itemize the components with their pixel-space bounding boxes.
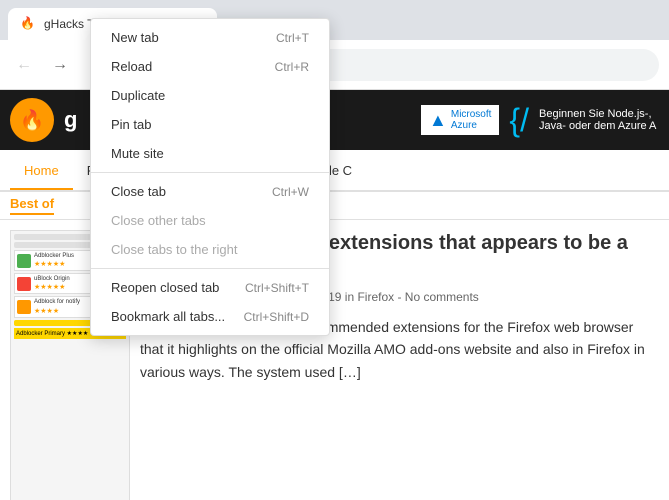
- site-logo: 🔥: [10, 98, 54, 142]
- azure-logo: ▲ MicrosoftAzure: [421, 105, 499, 135]
- thumb-icon-2: [17, 277, 31, 291]
- menu-shortcut: Ctrl+W: [272, 185, 309, 199]
- menu-separator: [91, 172, 329, 173]
- menu-item-reload[interactable]: ReloadCtrl+R: [91, 52, 329, 81]
- menu-shortcut: Ctrl+Shift+T: [245, 281, 309, 295]
- menu-separator: [91, 268, 329, 269]
- menu-label: Reopen closed tab: [111, 280, 245, 295]
- menu-item-mute-site[interactable]: Mute site: [91, 139, 329, 168]
- sub-nav-best-of[interactable]: Best of: [10, 196, 54, 215]
- menu-item-reopen-closed[interactable]: Reopen closed tabCtrl+Shift+T: [91, 273, 329, 302]
- thumb-icon-3: [17, 300, 31, 314]
- ad-body-text: Beginnen Sie Node.js-, Java- oder dem Az…: [539, 108, 659, 132]
- azure-text: MicrosoftAzure: [451, 109, 492, 131]
- menu-item-close-tabs-right: Close tabs to the right: [91, 235, 329, 264]
- logo-letter: 🔥: [20, 108, 45, 133]
- tab-favicon: 🔥: [20, 16, 36, 32]
- forward-button[interactable]: →: [46, 51, 74, 79]
- menu-label: Close tab: [111, 184, 272, 199]
- curly-brace-icon: {/: [509, 102, 529, 139]
- azure-icon: ▲: [429, 110, 447, 131]
- menu-item-close-other-tabs: Close other tabs: [91, 206, 329, 235]
- menu-label: Reload: [111, 59, 275, 74]
- menu-shortcut: Ctrl+R: [275, 60, 309, 74]
- nav-item-home[interactable]: Home: [10, 153, 73, 190]
- menu-shortcut: Ctrl+T: [276, 31, 309, 45]
- thumb-icon-1: [17, 254, 31, 268]
- context-menu: New tabCtrl+TReloadCtrl+RDuplicatePin ta…: [90, 18, 330, 336]
- menu-shortcut: Ctrl+Shift+D: [244, 310, 309, 324]
- menu-item-pin-tab[interactable]: Pin tab: [91, 110, 329, 139]
- menu-item-bookmark-all[interactable]: Bookmark all tabs...Ctrl+Shift+D: [91, 302, 329, 331]
- menu-item-new-tab[interactable]: New tabCtrl+T: [91, 23, 329, 52]
- menu-label: Duplicate: [111, 88, 309, 103]
- menu-label: Close tabs to the right: [111, 242, 309, 257]
- menu-label: Close other tabs: [111, 213, 309, 228]
- menu-label: Mute site: [111, 146, 309, 161]
- back-button[interactable]: ←: [10, 51, 38, 79]
- menu-label: Pin tab: [111, 117, 309, 132]
- header-ads: ▲ MicrosoftAzure {/ Beginnen Sie Node.js…: [421, 102, 659, 139]
- menu-item-duplicate[interactable]: Duplicate: [91, 81, 329, 110]
- site-name: g: [64, 107, 77, 133]
- menu-label: New tab: [111, 30, 276, 45]
- menu-item-close-tab[interactable]: Close tabCtrl+W: [91, 177, 329, 206]
- menu-label: Bookmark all tabs...: [111, 309, 244, 324]
